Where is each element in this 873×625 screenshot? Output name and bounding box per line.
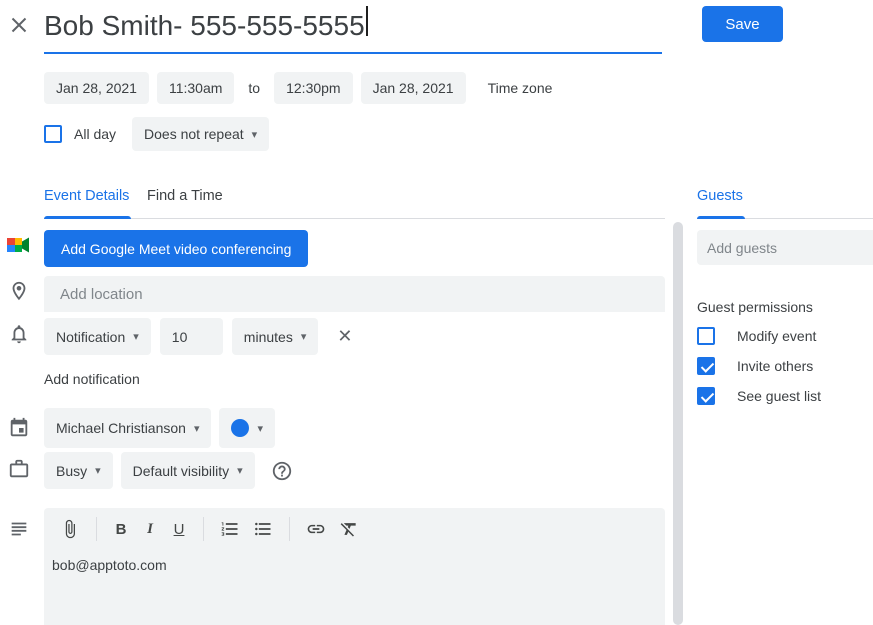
bold-button[interactable]: B xyxy=(113,521,129,538)
visibility-dropdown[interactable]: Default visibility ▾ xyxy=(121,452,255,489)
chevron-down-icon: ▾ xyxy=(133,330,139,343)
recurrence-dropdown[interactable]: Does not repeat ▾ xyxy=(132,117,269,151)
description-text[interactable]: bob@apptoto.com xyxy=(44,547,665,573)
guests-tab-indicator xyxy=(697,216,745,219)
chevron-down-icon: ▾ xyxy=(237,464,243,477)
chevron-down-icon: ▾ xyxy=(301,330,307,343)
chevron-down-icon: ▾ xyxy=(194,422,200,435)
help-icon[interactable] xyxy=(271,460,293,482)
notification-unit-value: minutes xyxy=(244,329,293,345)
google-meet-icon xyxy=(6,235,30,255)
format-toolbar: B I U xyxy=(44,508,665,547)
event-title-text: Bob Smith- 555-555-5555 xyxy=(44,6,365,46)
permission-invite-others[interactable]: Invite others xyxy=(697,357,813,375)
active-tab-indicator xyxy=(44,216,131,219)
permission-label: Invite others xyxy=(737,358,813,374)
tab-find-a-time[interactable]: Find a Time xyxy=(147,188,223,204)
allday-checkbox[interactable] xyxy=(44,125,62,143)
timezone-button[interactable]: Time zone xyxy=(488,80,553,96)
allday-row: All day Does not repeat ▾ xyxy=(44,116,269,152)
chevron-down-icon: ▾ xyxy=(95,464,101,477)
notification-row: Notification ▾ 10 minutes ▾ ✕ xyxy=(44,318,352,355)
modify-event-checkbox[interactable] xyxy=(697,327,715,345)
bulleted-list-icon[interactable] xyxy=(253,519,273,539)
numbered-list-icon[interactable] xyxy=(220,519,240,539)
link-icon[interactable] xyxy=(306,519,326,539)
permission-modify-event[interactable]: Modify event xyxy=(697,327,816,345)
toolbar-divider xyxy=(96,517,97,541)
close-icon[interactable] xyxy=(6,12,32,38)
italic-button[interactable]: I xyxy=(142,521,158,538)
add-meet-button[interactable]: Add Google Meet video conferencing xyxy=(44,230,308,267)
location-input[interactable] xyxy=(44,276,665,312)
chevron-down-icon: ▾ xyxy=(257,422,263,435)
allday-label: All day xyxy=(74,126,116,142)
remove-notification-icon[interactable]: ✕ xyxy=(337,326,352,347)
chevron-down-icon: ▾ xyxy=(252,128,258,141)
add-notification-link[interactable]: Add notification xyxy=(44,371,140,387)
to-label: to xyxy=(248,80,260,96)
permission-label: Modify event xyxy=(737,328,816,344)
notification-type-value: Notification xyxy=(56,329,125,345)
clear-formatting-icon[interactable] xyxy=(339,519,359,539)
calendar-row: Michael Christianson ▾ ▾ xyxy=(44,408,275,448)
start-date-button[interactable]: Jan 28, 2021 xyxy=(44,72,149,104)
permission-see-guest-list[interactable]: See guest list xyxy=(697,387,821,405)
vertical-scrollbar[interactable] xyxy=(673,222,683,625)
notification-type-dropdown[interactable]: Notification ▾ xyxy=(44,318,151,355)
event-edit-dialog: Bob Smith- 555-555-5555 Save Jan 28, 202… xyxy=(0,0,873,625)
save-button[interactable]: Save xyxy=(702,6,783,42)
datetime-row: Jan 28, 2021 11:30am to 12:30pm Jan 28, … xyxy=(44,72,552,104)
end-time-button[interactable]: 12:30pm xyxy=(274,72,352,104)
description-editor[interactable]: B I U bob@apptoto.com xyxy=(44,508,665,625)
add-guests-input[interactable] xyxy=(697,230,873,265)
location-pin-icon xyxy=(8,280,30,302)
briefcase-icon xyxy=(8,458,30,480)
event-color-swatch xyxy=(231,419,249,437)
bell-icon xyxy=(8,323,30,345)
toolbar-divider xyxy=(203,517,204,541)
availability-row: Busy ▾ Default visibility ▾ xyxy=(44,452,293,489)
start-time-button[interactable]: 11:30am xyxy=(157,72,234,104)
left-tabbar: Event Details Find a Time xyxy=(44,184,665,219)
attachment-icon[interactable] xyxy=(60,519,80,539)
visibility-value: Default visibility xyxy=(133,463,229,479)
text-cursor xyxy=(366,6,368,36)
recurrence-value: Does not repeat xyxy=(144,126,244,142)
end-date-button[interactable]: Jan 28, 2021 xyxy=(361,72,466,104)
right-tabbar: Guests xyxy=(697,184,873,219)
calendar-icon xyxy=(8,417,30,439)
toolbar-divider xyxy=(289,517,290,541)
permission-label: See guest list xyxy=(737,388,821,404)
description-lines-icon xyxy=(8,518,30,540)
invite-others-checkbox[interactable] xyxy=(697,357,715,375)
notification-amount-input[interactable]: 10 xyxy=(160,318,223,355)
tab-event-details[interactable]: Event Details xyxy=(44,188,129,204)
tab-guests[interactable]: Guests xyxy=(697,188,743,204)
calendar-owner-value: Michael Christianson xyxy=(56,420,186,436)
busy-value: Busy xyxy=(56,463,87,479)
busy-dropdown[interactable]: Busy ▾ xyxy=(44,452,113,489)
notification-unit-dropdown[interactable]: minutes ▾ xyxy=(232,318,319,355)
underline-button[interactable]: U xyxy=(171,521,187,538)
calendar-owner-dropdown[interactable]: Michael Christianson ▾ xyxy=(44,408,211,448)
guest-permissions-title: Guest permissions xyxy=(697,299,813,315)
event-color-dropdown[interactable]: ▾ xyxy=(219,408,275,448)
event-title-field[interactable]: Bob Smith- 555-555-5555 xyxy=(44,6,662,54)
see-guest-list-checkbox[interactable] xyxy=(697,387,715,405)
